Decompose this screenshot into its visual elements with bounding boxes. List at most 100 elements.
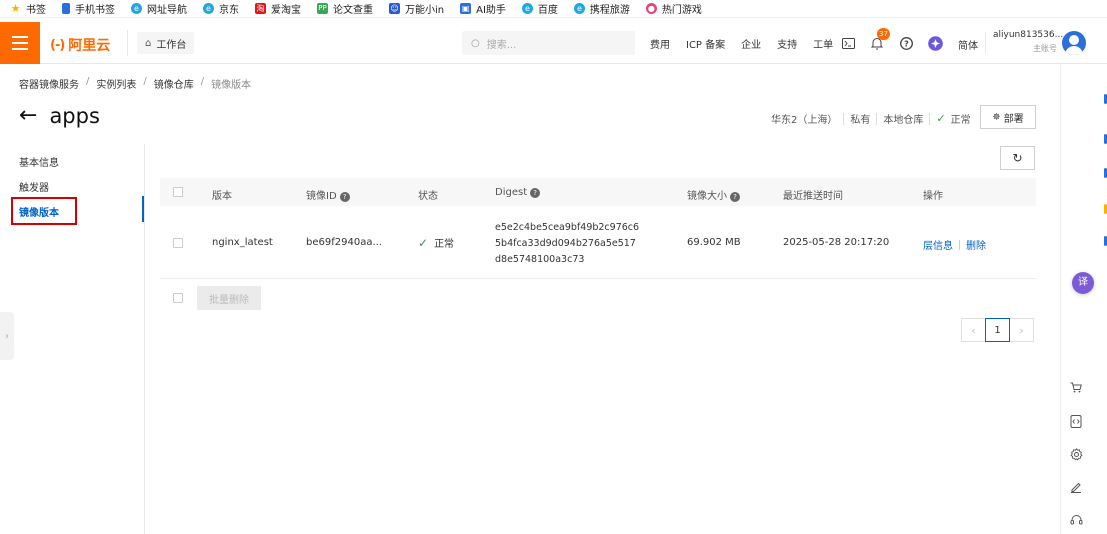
logo-mark: (-): [50, 37, 65, 53]
bookmark-taobao[interactable]: 淘爱淘宝: [255, 0, 301, 18]
nav-link-enterprise[interactable]: 企业: [741, 36, 761, 51]
delete-link[interactable]: 删除: [966, 241, 986, 252]
prev-page-button[interactable]: ‹: [961, 318, 986, 342]
bookmark-mobile[interactable]: 手机书签: [62, 0, 115, 18]
deploy-icon: ✵: [992, 111, 1001, 123]
breadcrumb-item[interactable]: 实例列表: [96, 76, 136, 91]
assistant-icon: ☺: [389, 3, 400, 14]
nav-link-icp[interactable]: ICP 备案: [686, 36, 725, 51]
next-page-button[interactable]: ›: [1009, 318, 1034, 342]
bookmark-games[interactable]: ● 热门游戏: [645, 0, 702, 18]
help-icon[interactable]: ?: [339, 192, 350, 202]
page-number-button[interactable]: 1: [985, 318, 1010, 342]
visibility: 私有: [850, 115, 871, 126]
col-digest: Digest?: [495, 187, 541, 198]
account-role: 主账号: [1033, 44, 1057, 53]
pp-icon: PP: [317, 3, 328, 14]
bookmarks-bar: ★ 书签 手机书签 e 网址导航 e 京东 淘爱淘宝 PP 论文查重 ☺ 万能小in ▣ A…: [0, 0, 1107, 18]
avatar[interactable]: [1062, 31, 1086, 55]
region: 华东2（上海）: [771, 115, 838, 126]
refresh-button[interactable]: ↻: [1000, 146, 1035, 170]
bell-icon[interactable]: 37: [869, 28, 890, 51]
cell-version: nginx_latest: [212, 237, 273, 248]
page-title: apps: [49, 104, 100, 128]
col-pushed-at: 最近推送时间: [783, 191, 843, 202]
ai-icon: ▣: [460, 3, 472, 14]
bookmark-baidu[interactable]: e 百度: [521, 0, 558, 18]
table-row: nginx_latest be69f2940aa... ✓ 正常 e5e2c4be…: [160, 206, 1036, 279]
cell-image-id: be69f2940aa...: [306, 237, 382, 248]
help-icon[interactable]: ?: [730, 192, 740, 202]
ai-assistant-icon[interactable]: [927, 35, 943, 51]
translate-icon[interactable]: 译: [1072, 272, 1094, 294]
bulk-select-checkbox[interactable]: [173, 293, 183, 303]
help-icon[interactable]: ?: [898, 35, 914, 51]
notification-badge: 37: [877, 28, 890, 40]
taobao-icon: 淘: [255, 3, 266, 14]
svg-text:?: ?: [904, 39, 909, 48]
repo-status: 正常: [950, 115, 971, 126]
breadcrumb-current: 镜像版本: [211, 80, 252, 91]
image-versions-table: 版本 镜像ID? 状态 Digest? 镜像大小? 最近推送时间 操作 ngin…: [160, 178, 1036, 279]
logo-text: 阿里云: [68, 38, 111, 54]
account-name: aliyun813536...: [993, 30, 1064, 40]
deploy-button[interactable]: ✵ 部署: [980, 105, 1036, 129]
active-indicator: [142, 196, 144, 222]
menu-item-triggers[interactable]: 触发器: [19, 179, 49, 194]
back-arrow-icon[interactable]: ←: [19, 104, 37, 128]
terminal-icon[interactable]: [840, 35, 856, 51]
workbench-button[interactable]: ⌂ 工作台: [137, 32, 195, 54]
code-icon[interactable]: [1069, 415, 1083, 429]
nav-link-ticket[interactable]: 工单: [813, 36, 833, 51]
bulk-delete-button[interactable]: 批量删除: [197, 286, 261, 310]
bookmark-ai[interactable]: ▣ AI助手: [460, 0, 506, 18]
bookmark-ctrip[interactable]: e 携程旅游: [573, 0, 630, 18]
cell-pushed-at: 2025-05-28 20:17:20: [783, 237, 890, 248]
col-version: 版本: [212, 191, 232, 202]
help-icon[interactable]: ?: [530, 188, 541, 198]
nav-link-billing[interactable]: 费用: [650, 36, 670, 51]
search-icon: ○: [471, 37, 480, 49]
right-tool-rail: [1060, 64, 1107, 534]
headset-icon[interactable]: [1069, 514, 1083, 528]
chevron-left-icon: ‹: [971, 323, 976, 337]
bookmark-nav[interactable]: e 网址导航: [131, 0, 187, 18]
check-icon: ✓: [418, 236, 429, 250]
bookmark-assistant[interactable]: ☺ 万能小in: [389, 0, 444, 18]
breadcrumb-item[interactable]: 容器镜像服务: [19, 76, 79, 91]
repo-type: 本地仓库: [883, 115, 924, 126]
language-switch[interactable]: 简体: [958, 37, 978, 52]
bookmark-jd[interactable]: e 京东: [203, 0, 239, 18]
nav-icons: 37 ?: [840, 22, 956, 64]
col-image-id: 镜像ID?: [306, 187, 350, 202]
browser-icon: e: [131, 3, 142, 14]
nav-link-support[interactable]: 支持: [777, 36, 797, 51]
col-size: 镜像大小?: [687, 187, 740, 202]
menu-icon[interactable]: [0, 22, 40, 64]
search-placeholder: 搜索...: [486, 39, 517, 51]
account-info[interactable]: aliyun813536... 主账号: [993, 30, 1064, 54]
col-status: 状态: [418, 191, 438, 202]
breadcrumb-item[interactable]: 镜像仓库: [154, 76, 194, 91]
edit-icon[interactable]: [1069, 481, 1083, 495]
search-input[interactable]: ○ 搜索...: [462, 31, 635, 55]
settings-icon[interactable]: [1069, 448, 1083, 462]
browser-icon: e: [573, 3, 585, 14]
bookmark-icon: [62, 3, 70, 14]
cart-icon[interactable]: [1069, 382, 1083, 396]
menu-item-basic-info[interactable]: 基本信息: [19, 154, 59, 169]
nav-links: 费用 ICP 备案 企业 支持 工单: [650, 22, 849, 64]
table-header: 版本 镜像ID? 状态 Digest? 镜像大小? 最近推送时间 操作: [160, 178, 1036, 206]
highlight-annotation: [11, 197, 77, 225]
aliyun-logo[interactable]: (-) 阿里云: [50, 35, 110, 55]
browser-icon: e: [521, 3, 533, 14]
col-actions: 操作: [923, 191, 943, 202]
row-checkbox[interactable]: [173, 238, 183, 248]
bookmark-paper-check[interactable]: PP 论文查重: [317, 0, 373, 18]
select-all-checkbox[interactable]: [173, 187, 183, 197]
game-icon: ●: [645, 3, 657, 14]
bookmark-star[interactable]: ★ 书签: [10, 0, 46, 18]
top-nav: (-) 阿里云 ⌂ 工作台 ○ 搜索... 费用 ICP 备案 企业 支持 工单…: [0, 22, 1107, 64]
layer-info-link[interactable]: 层信息: [923, 241, 953, 252]
home-icon: ⌂: [145, 37, 152, 49]
